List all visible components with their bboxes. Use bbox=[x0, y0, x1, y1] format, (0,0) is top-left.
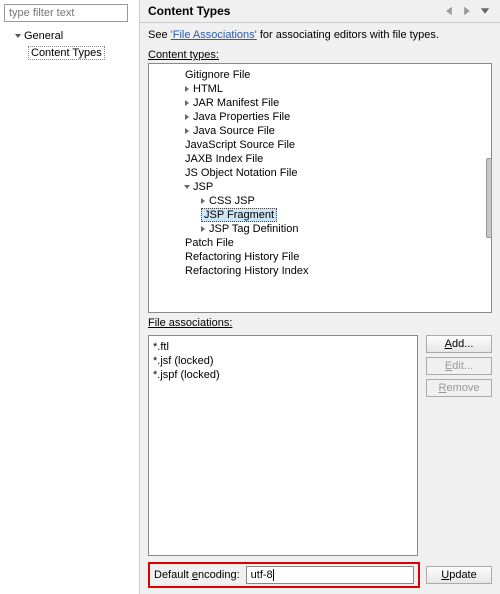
chevron-icon[interactable] bbox=[201, 226, 205, 232]
content-type-item[interactable]: Java Source File bbox=[153, 124, 487, 138]
tree-item-general[interactable]: General bbox=[4, 28, 135, 44]
content-type-item[interactable]: HTML bbox=[153, 82, 487, 96]
panel-header: Content Types bbox=[140, 0, 500, 23]
remove-button: Remove bbox=[426, 379, 492, 397]
forward-icon[interactable] bbox=[460, 4, 474, 18]
caret-down-icon bbox=[15, 34, 21, 38]
dropdown-icon[interactable] bbox=[478, 4, 492, 18]
encoding-highlight: Default encoding: utf-8 bbox=[148, 562, 420, 588]
encoding-label: Default encoding: bbox=[154, 569, 240, 581]
content-type-item[interactable]: JSP Tag Definition bbox=[153, 222, 487, 236]
scrollbar-thumb[interactable] bbox=[486, 158, 492, 238]
chevron-icon[interactable] bbox=[185, 128, 189, 134]
chevron-icon[interactable] bbox=[184, 185, 190, 189]
content-type-item[interactable]: JAXB Index File bbox=[153, 152, 487, 166]
content-type-item[interactable]: CSS JSP bbox=[153, 194, 487, 208]
update-button[interactable]: Update bbox=[426, 566, 492, 584]
content-types-tree[interactable]: Gitignore FileHTMLJAR Manifest FileJava … bbox=[148, 63, 492, 313]
content-type-item[interactable]: Gitignore File bbox=[153, 68, 487, 82]
page-title: Content Types bbox=[148, 4, 230, 18]
file-associations-label: File associations: bbox=[148, 317, 492, 329]
toolbar-nav bbox=[442, 4, 492, 18]
chevron-icon[interactable] bbox=[185, 86, 189, 92]
filter-input[interactable] bbox=[4, 4, 128, 22]
tree-label: General bbox=[24, 30, 63, 42]
tree-item-content-types[interactable]: Content Types bbox=[4, 44, 135, 62]
intro-text: See 'File Associations' for associating … bbox=[148, 29, 492, 45]
content-type-item[interactable]: Java Properties File bbox=[153, 110, 487, 124]
content-type-item[interactable]: JS Object Notation File bbox=[153, 166, 487, 180]
content-type-item[interactable]: JSP Fragment bbox=[153, 208, 487, 222]
content-type-item[interactable]: Patch File bbox=[153, 236, 487, 250]
content-type-item[interactable]: JAR Manifest File bbox=[153, 96, 487, 110]
file-association-item[interactable]: *.jspf (locked) bbox=[153, 368, 413, 382]
content-type-item[interactable]: JavaScript Source File bbox=[153, 138, 487, 152]
file-associations-link[interactable]: 'File Associations' bbox=[171, 29, 257, 41]
edit-button: Edit... bbox=[426, 357, 492, 375]
content-type-item[interactable]: JSP bbox=[153, 180, 487, 194]
tree-label: Content Types bbox=[28, 46, 105, 60]
back-icon[interactable] bbox=[442, 4, 456, 18]
chevron-icon[interactable] bbox=[185, 114, 189, 120]
add-button[interactable]: Add... bbox=[426, 335, 492, 353]
file-associations-list[interactable]: *.ftl*.jsf (locked)*.jspf (locked) bbox=[148, 335, 418, 556]
content-type-item[interactable]: Refactoring History File bbox=[153, 250, 487, 264]
file-association-item[interactable]: *.ftl bbox=[153, 340, 413, 354]
chevron-icon[interactable] bbox=[201, 198, 205, 204]
file-association-item[interactable]: *.jsf (locked) bbox=[153, 354, 413, 368]
content-panel: Content Types See 'File Associations' fo… bbox=[140, 0, 500, 594]
preferences-nav-panel: General Content Types bbox=[0, 0, 140, 594]
content-type-item[interactable]: Refactoring History Index bbox=[153, 264, 487, 278]
chevron-icon[interactable] bbox=[185, 100, 189, 106]
content-types-label: Content types: bbox=[148, 49, 492, 61]
encoding-input[interactable]: utf-8 bbox=[246, 566, 414, 584]
